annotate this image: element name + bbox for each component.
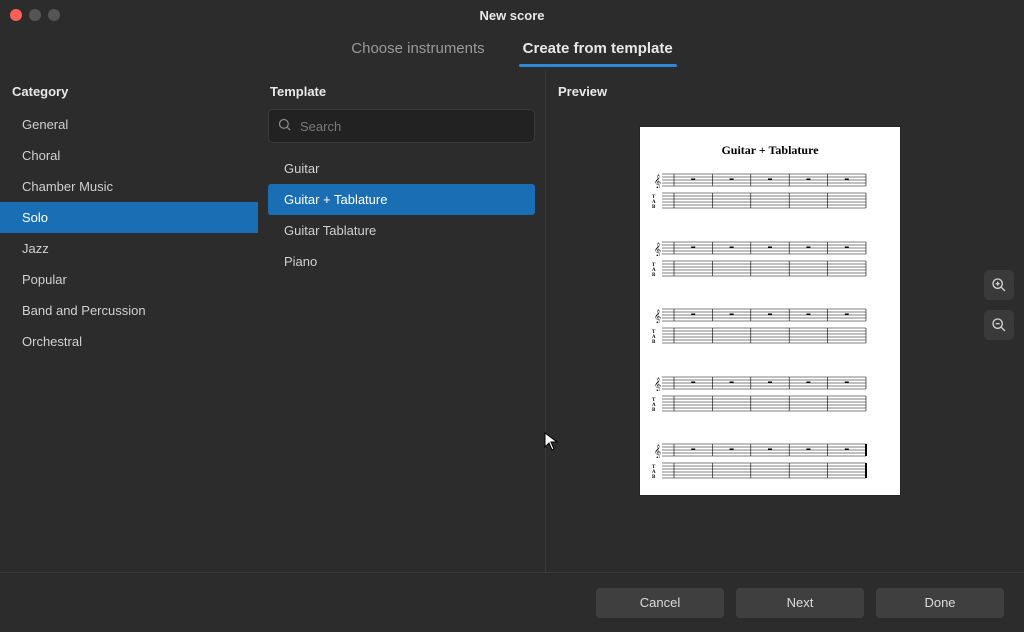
search-field[interactable]	[268, 109, 535, 143]
tab-staff: TAB	[652, 326, 888, 346]
mode-tabs: Choose instruments Create from template	[0, 30, 1024, 70]
category-item[interactable]: Jazz	[0, 233, 258, 264]
preview-stage: Guitar + Tablature 𝄞 TAB 𝄞 TAB 𝄞 TAB 𝄞 TAB 𝄞 TAB	[564, 115, 976, 572]
category-item[interactable]: General	[0, 109, 258, 140]
svg-text:B: B	[652, 273, 656, 278]
staff-system: 𝄞 TAB	[652, 307, 888, 346]
search-icon	[277, 117, 292, 135]
category-column: Category GeneralChoralChamber MusicSoloJ…	[0, 70, 258, 572]
staff-system: 𝄞 TAB	[652, 375, 888, 414]
window-controls	[10, 9, 60, 21]
template-item[interactable]: Guitar + Tablature	[268, 184, 535, 215]
svg-text:𝄞: 𝄞	[654, 174, 661, 188]
treble-staff: 𝄞	[652, 240, 888, 256]
cancel-button[interactable]: Cancel	[596, 588, 724, 618]
category-item[interactable]: Band and Percussion	[0, 295, 258, 326]
category-item[interactable]: Chamber Music	[0, 171, 258, 202]
category-item[interactable]: Orchestral	[0, 326, 258, 357]
tab-staff: TAB	[652, 461, 888, 481]
search-input[interactable]	[300, 119, 526, 134]
zoom-in-button[interactable]	[984, 270, 1014, 300]
done-button[interactable]: Done	[876, 588, 1004, 618]
staff-system: 𝄞 TAB	[652, 172, 888, 211]
preview-sheet: Guitar + Tablature 𝄞 TAB 𝄞 TAB 𝄞 TAB 𝄞 TAB 𝄞 TAB	[640, 127, 900, 495]
footer: Cancel Next Done	[0, 572, 1024, 632]
template-list: GuitarGuitar + TablatureGuitar Tablature…	[258, 153, 545, 277]
sheet-systems: 𝄞 TAB 𝄞 TAB 𝄞 TAB 𝄞 TAB 𝄞 TAB	[652, 172, 888, 481]
template-item[interactable]: Piano	[268, 246, 535, 277]
close-window-button[interactable]	[10, 9, 22, 21]
treble-staff: 𝄞	[652, 442, 888, 458]
titlebar: New score	[0, 0, 1024, 30]
svg-text:𝄞: 𝄞	[654, 242, 661, 256]
staff-system: 𝄞 TAB	[652, 442, 888, 481]
zoom-controls	[984, 270, 1014, 340]
window-title: New score	[0, 8, 1024, 23]
tab-staff: TAB	[652, 259, 888, 279]
template-column: Template GuitarGuitar + TablatureGuitar …	[258, 70, 546, 572]
category-list: GeneralChoralChamber MusicSoloJazzPopula…	[0, 109, 258, 357]
tab-choose-instruments[interactable]: Choose instruments	[349, 34, 486, 67]
svg-text:B: B	[652, 340, 656, 345]
category-item[interactable]: Choral	[0, 140, 258, 171]
main-area: Category GeneralChoralChamber MusicSoloJ…	[0, 70, 1024, 572]
zoom-out-button[interactable]	[984, 310, 1014, 340]
template-item[interactable]: Guitar	[268, 153, 535, 184]
svg-text:B: B	[652, 475, 656, 480]
svg-text:𝄞: 𝄞	[654, 309, 661, 323]
tab-staff: TAB	[652, 394, 888, 414]
tab-create-from-template[interactable]: Create from template	[521, 34, 675, 67]
treble-staff: 𝄞	[652, 172, 888, 188]
category-item[interactable]: Popular	[0, 264, 258, 295]
category-item[interactable]: Solo	[0, 202, 258, 233]
preview-column: Preview Guitar + Tablature 𝄞TAB𝄞TAB𝄞TAB𝄞…	[546, 70, 1024, 572]
template-heading: Template	[258, 70, 545, 109]
next-button[interactable]: Next	[736, 588, 864, 618]
minimize-window-button[interactable]	[29, 9, 41, 21]
treble-staff: 𝄞	[652, 307, 888, 323]
sheet-title: Guitar + Tablature	[652, 143, 888, 158]
preview-heading: Preview	[546, 70, 1024, 109]
treble-staff: 𝄞	[652, 375, 888, 391]
template-item[interactable]: Guitar Tablature	[268, 215, 535, 246]
svg-text:𝄞: 𝄞	[654, 444, 661, 458]
svg-text:𝄞: 𝄞	[654, 377, 661, 391]
svg-text:B: B	[652, 205, 656, 210]
tab-staff: TAB	[652, 191, 888, 211]
category-heading: Category	[0, 70, 258, 109]
new-score-window: New score Choose instruments Create from…	[0, 0, 1024, 632]
svg-text:B: B	[652, 408, 656, 413]
staff-system: 𝄞 TAB	[652, 240, 888, 279]
zoom-window-button[interactable]	[48, 9, 60, 21]
